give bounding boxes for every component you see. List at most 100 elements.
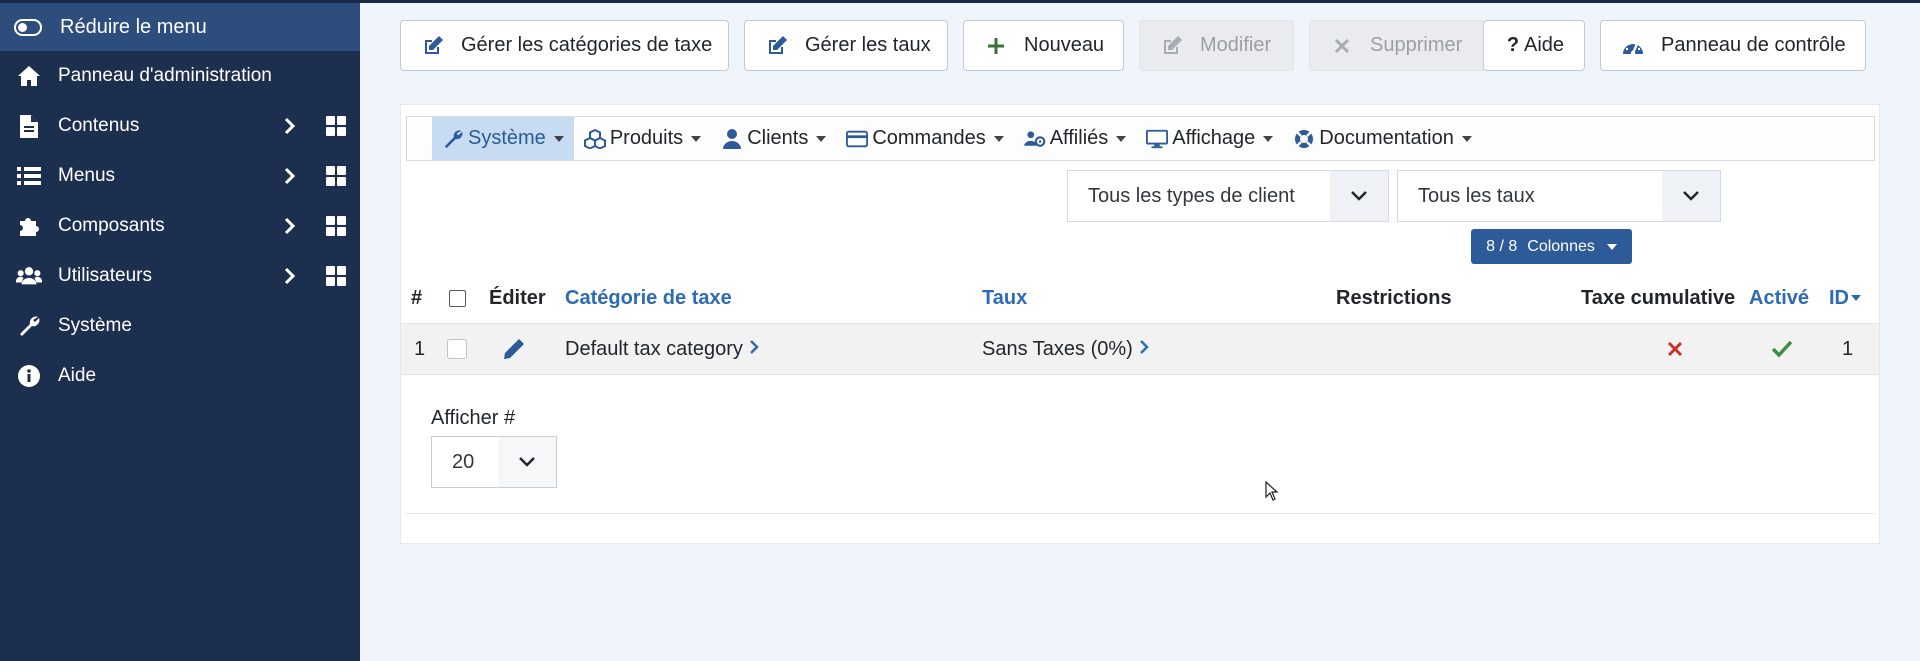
chevron-right-icon[interactable] [280, 266, 300, 286]
pencil-icon[interactable] [503, 324, 525, 374]
caret-down-icon [1461, 135, 1472, 142]
caret-down-icon [1606, 243, 1617, 250]
collapse-menu-toggle[interactable]: Réduire le menu [0, 3, 360, 51]
button-label: Nouveau [1024, 34, 1105, 56]
dashboard-icon [1621, 34, 1645, 58]
menu-label: Affiliés [1049, 127, 1109, 149]
table-header: # Éditer Catégorie de taxe Taux Restrict… [401, 273, 1881, 323]
sidebar-item-label: Utilisateurs [58, 265, 152, 286]
sort-desc-icon [1851, 295, 1861, 301]
menu-label: Produits [609, 127, 684, 149]
toolbar: Gérer les catégories de taxe Gérer les t… [360, 3, 1920, 88]
columns-toggle-button[interactable]: 8 / 8 Colonnes [1471, 229, 1632, 264]
mouse-cursor-icon [1265, 480, 1279, 507]
help-button[interactable]: ? Aide [1483, 20, 1585, 71]
col-id[interactable]: ID [1829, 273, 1861, 323]
question-icon: ? [1506, 34, 1520, 56]
sidebar-item-system[interactable]: Système [0, 301, 360, 351]
chevron-right-icon[interactable] [280, 116, 300, 136]
menu-label: Affichage [1172, 127, 1256, 149]
rates-filter[interactable]: Tous les taux [1397, 170, 1721, 222]
caret-down-icon [1116, 135, 1127, 142]
menu-documentation[interactable]: Documentation [1283, 117, 1482, 160]
col-tax-category[interactable]: Catégorie de taxe [565, 273, 732, 323]
control-panel-button[interactable]: Panneau de contrôle [1600, 20, 1866, 71]
menu-display[interactable]: Affichage [1136, 117, 1283, 160]
manage-rates-button[interactable]: Gérer les taux [744, 20, 948, 71]
divider [406, 513, 1875, 514]
caret-down-icon [816, 135, 827, 142]
close-icon [1330, 34, 1354, 58]
table-row[interactable]: 1 Default tax category Sans Taxes (0%) 1 [401, 323, 1879, 375]
edit-button[interactable]: Modifier [1139, 20, 1294, 71]
desktop-icon [1146, 128, 1169, 150]
wrench-icon [442, 128, 464, 150]
dashboard-grid-icon[interactable] [326, 166, 346, 186]
home-icon [16, 63, 42, 89]
sidebar-item-menus[interactable]: Menus [0, 151, 360, 201]
cross-icon[interactable] [1667, 324, 1683, 374]
users-icon [16, 263, 42, 289]
sidebar-item-help[interactable]: Aide [0, 351, 360, 401]
info-icon [16, 363, 42, 389]
col-id-label: ID [1829, 286, 1849, 309]
select-all-checkbox[interactable] [449, 273, 466, 323]
collapse-menu-label: Réduire le menu [60, 15, 207, 38]
tax-category-name: Default tax category [565, 337, 743, 360]
content-panel: Système Produits Clients Commandes Affil… [400, 104, 1880, 544]
tax-category-link[interactable]: Default tax category [565, 324, 759, 374]
show-count-value: 20 [452, 450, 475, 473]
user-icon [721, 128, 743, 150]
menu-customers[interactable]: Clients [711, 117, 836, 160]
customer-type-filter[interactable]: Tous les types de client [1067, 170, 1389, 222]
show-count-select[interactable]: 20 [431, 436, 557, 488]
sidebar-item-admin-panel[interactable]: Panneau d'administration [0, 51, 360, 101]
delete-button[interactable]: Supprimer [1309, 20, 1485, 71]
dashboard-grid-icon[interactable] [326, 216, 346, 236]
caret-down-icon [691, 135, 702, 142]
menu-orders[interactable]: Commandes [836, 117, 1013, 160]
col-edit: Éditer [489, 286, 546, 309]
menu-products[interactable]: Produits [574, 117, 711, 160]
columns-count: 8 / 8 [1486, 237, 1518, 255]
row-num: 1 [414, 337, 426, 360]
col-enabled[interactable]: Activé [1749, 273, 1809, 323]
menu-affiliates[interactable]: Affiliés [1014, 117, 1137, 160]
menu-label: Système [468, 127, 546, 149]
toggle-icon [14, 18, 42, 36]
col-cumulative-tax: Taxe cumulative [1581, 286, 1736, 309]
manage-tax-categories-button[interactable]: Gérer les catégories de taxe [400, 20, 729, 71]
row-checkbox[interactable] [447, 324, 467, 374]
sidebar-item-label: Aide [58, 365, 97, 386]
chevron-right-icon[interactable] [280, 166, 300, 186]
puzzle-icon [16, 213, 42, 239]
col-rate[interactable]: Taux [982, 273, 1027, 323]
col-restrictions: Restrictions [1336, 286, 1452, 309]
dashboard-grid-icon[interactable] [326, 266, 346, 286]
menu-label: Documentation [1319, 127, 1454, 149]
chevron-right-icon [749, 338, 759, 361]
sidebar-item-users[interactable]: Utilisateurs [0, 251, 360, 301]
new-button[interactable]: Nouveau [963, 20, 1124, 71]
rate-link[interactable]: Sans Taxes (0%) [982, 324, 1149, 374]
rate-name: Sans Taxes (0%) [982, 337, 1133, 360]
component-menubar: Système Produits Clients Commandes Affil… [406, 116, 1875, 161]
sidebar-item-contents[interactable]: Contenus [0, 101, 360, 151]
sidebar-item-components[interactable]: Composants [0, 201, 360, 251]
dashboard-grid-icon[interactable] [326, 116, 346, 136]
chevron-right-icon [1139, 338, 1149, 361]
sidebar-item-label: Système [58, 315, 132, 336]
customer-type-value: Tous les types de client [1088, 184, 1295, 207]
list-icon [16, 163, 42, 189]
button-label: Gérer les catégories de taxe [461, 34, 713, 56]
button-label: Aide [1524, 34, 1565, 56]
rates-filter-value: Tous les taux [1418, 184, 1535, 207]
check-icon[interactable] [1771, 324, 1793, 374]
cubes-icon [583, 128, 606, 150]
button-label: Gérer les taux [805, 34, 931, 56]
menu-system[interactable]: Système [432, 117, 574, 160]
columns-label: Colonnes [1527, 237, 1595, 255]
chevron-right-icon[interactable] [280, 216, 300, 236]
sidebar-item-label: Panneau d'administration [58, 65, 272, 86]
edit-icon [421, 34, 445, 58]
